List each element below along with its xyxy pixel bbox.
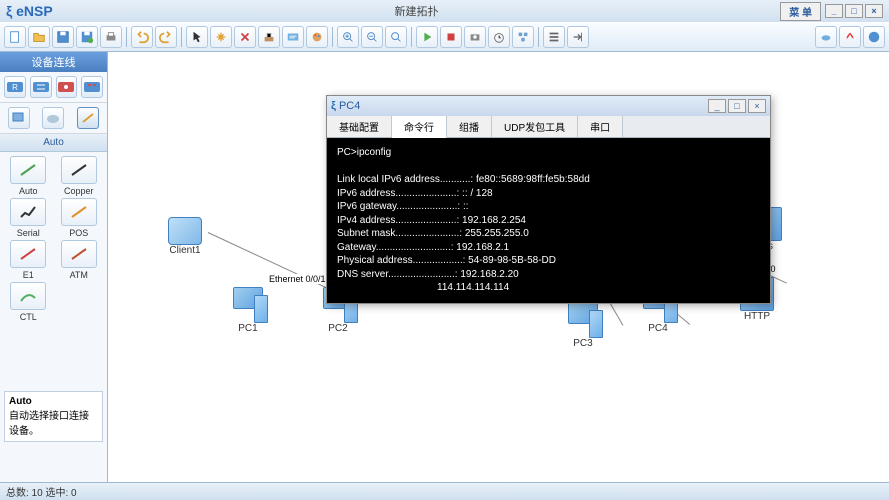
tab-multicast[interactable]: 组播 — [447, 116, 492, 137]
minimize-button[interactable]: _ — [825, 4, 843, 18]
link-copper[interactable] — [61, 156, 97, 184]
topology-canvas[interactable]: Client1 PC1 Ethernet 0/0/1 PC2 Ethernet … — [108, 52, 889, 482]
node-client1[interactable]: Client1 — [168, 217, 202, 256]
node-pc1[interactable]: PC1 — [228, 287, 268, 334]
device-sidebar: 设备连线 R Auto Auto Copper Serial POS E1 AT… — [0, 52, 108, 482]
terminal-title: PC4 — [339, 100, 360, 112]
link-atm[interactable] — [61, 240, 97, 268]
zoomin-icon[interactable] — [337, 26, 359, 48]
app-logo: ξ eNSP — [6, 3, 53, 19]
huawei-icon[interactable] — [839, 26, 861, 48]
capture-icon[interactable] — [464, 26, 486, 48]
info-desc: 自动选择接口连接设备。 — [9, 411, 89, 437]
text-icon[interactable] — [282, 26, 304, 48]
redo-icon[interactable] — [155, 26, 177, 48]
tab-cli[interactable]: 命令行 — [392, 116, 447, 138]
terminal-tabs: 基础配置 命令行 组播 UDP发包工具 串口 — [327, 116, 770, 138]
link-ctl[interactable] — [10, 282, 46, 310]
link-type-grid: Auto Copper Serial POS E1 ATM CTL — [0, 152, 107, 326]
menu-button[interactable]: 菜 单 — [780, 2, 821, 21]
maximize-button[interactable]: □ — [845, 4, 863, 18]
term-close-button[interactable]: × — [748, 99, 766, 113]
stop-icon[interactable] — [440, 26, 462, 48]
term-minimize-button[interactable]: _ — [708, 99, 726, 113]
pc-category-icon[interactable] — [8, 107, 30, 129]
layout-icon[interactable] — [512, 26, 534, 48]
app-titlebar: ξ eNSP 新建拓扑 菜 单 _ □ × — [0, 0, 889, 22]
saveas-icon[interactable] — [76, 26, 98, 48]
tab-udp[interactable]: UDP发包工具 — [492, 116, 578, 137]
terminal-titlebar[interactable]: ξ PC4 _ □ × — [327, 96, 770, 116]
port-pc1: Ethernet 0/0/1 — [268, 274, 327, 284]
undo-icon[interactable] — [131, 26, 153, 48]
delete-icon[interactable] — [234, 26, 256, 48]
start-icon[interactable] — [416, 26, 438, 48]
link-pos[interactable] — [61, 198, 97, 226]
status-text: 总数: 10 选中: 0 — [6, 484, 77, 499]
palette-icon[interactable] — [306, 26, 328, 48]
pan-icon[interactable] — [210, 26, 232, 48]
link-type-header: Auto — [0, 134, 107, 152]
cloud-category-icon[interactable] — [42, 107, 64, 129]
zoomout-icon[interactable] — [361, 26, 383, 48]
open-icon[interactable] — [28, 26, 50, 48]
document-title: 新建拓扑 — [53, 3, 781, 19]
link-serial[interactable] — [10, 198, 46, 226]
main-toolbar — [0, 22, 889, 52]
sidebar-header: 设备连线 — [0, 52, 107, 72]
export-icon[interactable] — [567, 26, 589, 48]
cloud-icon[interactable] — [815, 26, 837, 48]
cleanup-icon[interactable] — [258, 26, 280, 48]
help-icon[interactable] — [863, 26, 885, 48]
sidebar-info-box: Auto 自动选择接口连接设备。 — [4, 391, 103, 442]
node-pc3[interactable]: PC3 — [563, 302, 603, 349]
zoomfit-icon[interactable] — [385, 26, 407, 48]
terminal-window[interactable]: ξ PC4 _ □ × 基础配置 命令行 组播 UDP发包工具 串口 PC>ip… — [326, 95, 771, 304]
terminal-output[interactable]: PC>ipconfig Link local IPv6 address.....… — [327, 138, 770, 303]
print-icon[interactable] — [100, 26, 122, 48]
term-maximize-button[interactable]: □ — [728, 99, 746, 113]
tab-serial[interactable]: 串口 — [578, 116, 623, 137]
wlan-category-icon[interactable] — [56, 76, 78, 98]
timer-icon[interactable] — [488, 26, 510, 48]
close-button[interactable]: × — [865, 4, 883, 18]
tab-basic[interactable]: 基础配置 — [327, 116, 392, 137]
new-icon[interactable] — [4, 26, 26, 48]
info-title: Auto — [9, 396, 32, 407]
save-icon[interactable] — [52, 26, 74, 48]
switch-category-icon[interactable] — [30, 76, 52, 98]
link-e1[interactable] — [10, 240, 46, 268]
firewall-category-icon[interactable] — [81, 76, 103, 98]
list-icon[interactable] — [543, 26, 565, 48]
link-category-icon[interactable] — [77, 107, 99, 129]
pointer-icon[interactable] — [186, 26, 208, 48]
svg-text:R: R — [12, 83, 18, 92]
router-category-icon[interactable]: R — [4, 76, 26, 98]
link-auto[interactable] — [10, 156, 46, 184]
status-bar: 总数: 10 选中: 0 — [0, 482, 889, 500]
